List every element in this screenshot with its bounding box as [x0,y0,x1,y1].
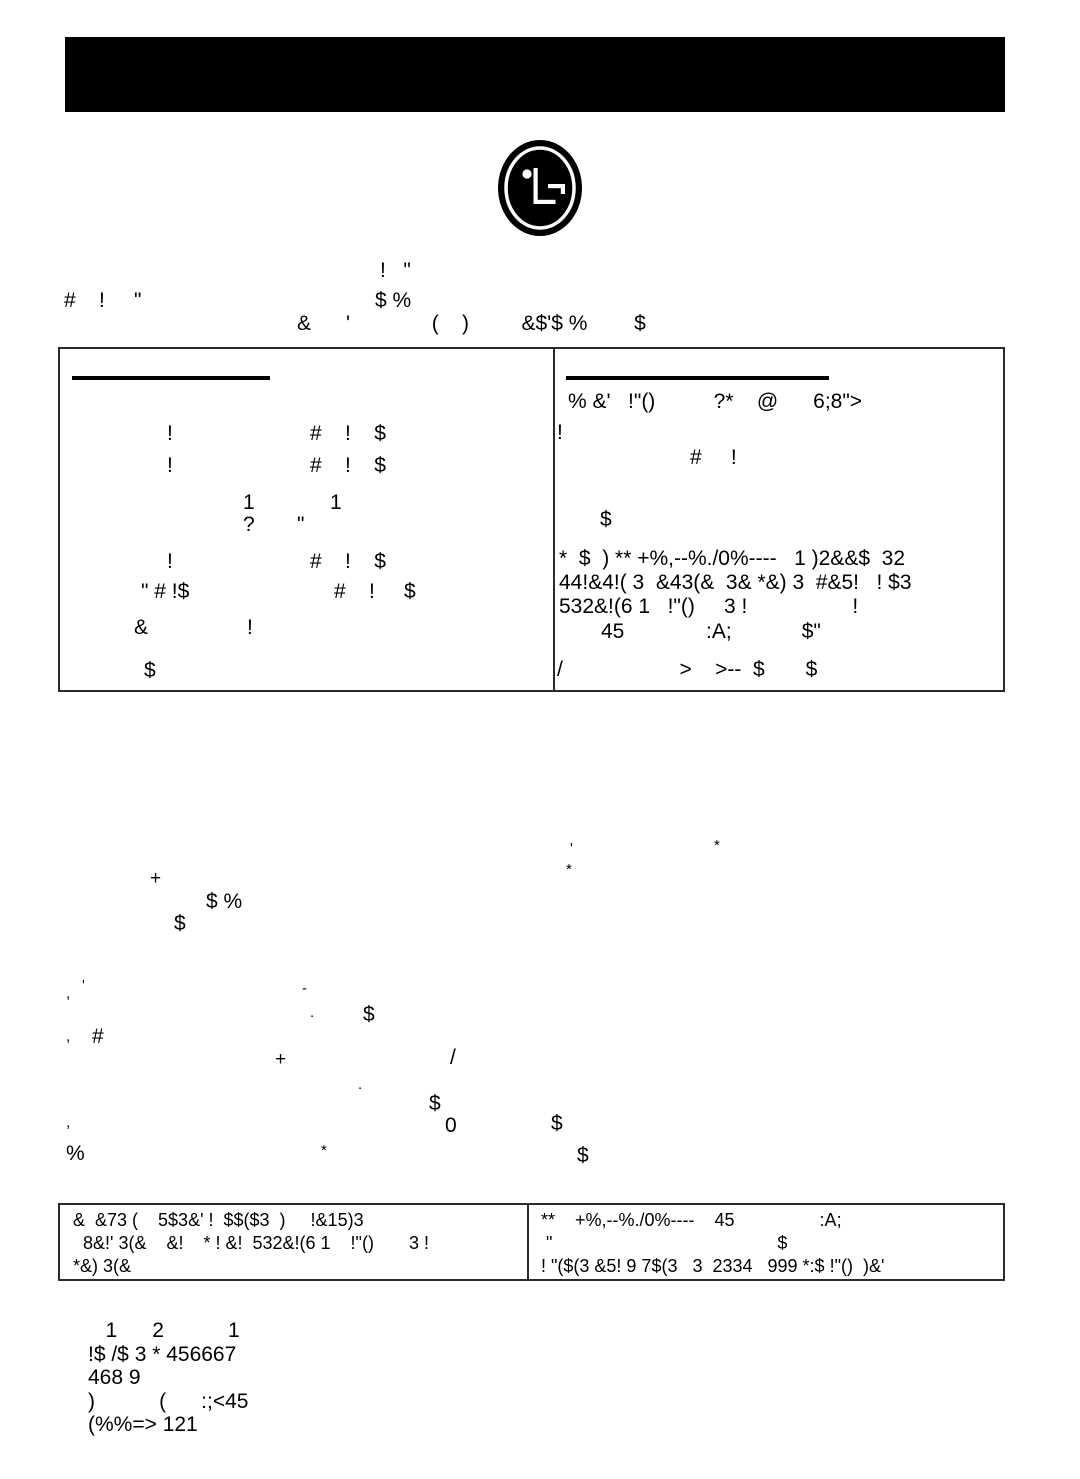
bottom-right-line-1: " $ [541,1233,788,1253]
top-right-box-rule [566,376,829,380]
top-box-divider [553,347,555,692]
body-glyph-10: $ [363,1003,375,1026]
body-glyph-17: , [66,1114,71,1131]
body-glyph-12: # [92,1025,104,1048]
heading-line-3: & ' ( ) &$'$ % $ [297,312,646,335]
footer-line-3: ) ( :;<45 [88,1390,249,1413]
body-glyph-19: $ [551,1112,563,1135]
body-glyph-22: $ [577,1144,589,1167]
body-glyph-14: / [450,1046,456,1069]
bottom-left-line-0: & &73 ( 5$3&' ! $$($3 ) !&15)3 [73,1210,364,1230]
body-glyph-0: ' [570,840,573,857]
body-glyph-9: . [310,1004,315,1021]
top-left-row-1-left: ! [167,454,173,477]
bottom-left-line-2: *&) 3(& [73,1256,132,1276]
body-glyph-11: , [66,1028,71,1045]
top-left-row-0-left: ! [167,422,173,445]
body-glyph-5: $ [174,912,186,935]
top-right-line-3: $ [600,508,612,531]
bottom-left-line-1: 8&!' 3(& &! * ! &! 532&!(6 1 !"() 3 ! [73,1233,429,1253]
heading-line-2-right: $ % [375,289,412,312]
body-glyph-16: $ [429,1092,441,1115]
top-left-row-2-left: 1 [243,491,255,514]
footer-line-0: 1 2 1 [88,1319,240,1342]
footer-line-4: (%%=> 121 [88,1413,198,1436]
top-right-line-2: # ! [690,446,737,469]
top-left-row-3-right: " [297,513,305,536]
body-glyph-20: % [66,1142,85,1165]
footer-line-1: !$ /$ 3 * 456667 [88,1343,237,1366]
top-right-line-0: % &' !"() ?* @ 6;8"> [568,390,863,413]
body-glyph-1: * [714,837,720,854]
body-glyph-8: - [302,980,307,997]
top-left-box-rule [72,376,270,380]
manual-page: ! " # ! " $ % & ' ( ) &$'$ % $ ! # ! $ !… [0,0,1080,1479]
top-left-row-5-left: " # !$ [141,580,190,603]
bottom-right-line-0: ** +%,--%./0%---- 45 :A; [541,1210,842,1230]
top-left-row-4-left: ! [167,550,173,573]
top-right-line-4: * $ ) ** +%,--%./0%---- 1 )2&&$ 32 [559,547,906,570]
body-glyph-6: ' [82,977,85,994]
footer-line-2: 468 9 [88,1366,141,1389]
top-left-row-3-left: ? [243,513,255,536]
top-left-row-5-right: # ! $ [334,580,416,603]
top-left-row-2-right: 1 [330,491,342,514]
top-left-row-6-right: ! [247,616,253,639]
bottom-right-line-2: ! "($(3 &5! 9 7$(3 3 2334 999 *:$ !"() )… [541,1256,885,1276]
bottom-box-divider [527,1203,529,1281]
body-glyph-3: + [150,868,162,889]
top-info-box [58,347,1005,692]
top-right-line-6: 532&!(6 1 !"() 3 ! ! [559,595,859,618]
top-right-line-1: ! [557,421,563,444]
top-right-line-8: / > >-- $ $ [557,658,818,681]
top-left-row-1-right: # ! $ [310,454,386,477]
top-black-banner [65,37,1005,112]
top-left-row-6-left: & [134,616,149,639]
body-glyph-4: $ % [206,890,243,913]
top-left-row-4-right: # ! $ [310,550,386,573]
body-glyph-21: * [321,1142,327,1159]
body-glyph-13: + [275,1049,287,1070]
top-right-line-7: 45 :A; $" [601,620,821,643]
top-left-row-0-right: # ! $ [310,422,386,445]
body-glyph-18: 0 [445,1114,457,1137]
top-left-row-7-left: $ [144,659,156,682]
body-glyph-2: * [566,861,572,878]
body-glyph-7: , [66,985,71,1002]
body-glyph-15: . [358,1076,363,1093]
heading-line-2-left: # ! " [64,289,142,312]
lg-logo-icon [490,138,590,238]
top-right-line-5: 44!&4!( 3 &43(& 3& *&) 3 #&5! ! $3 [559,571,912,594]
heading-line-1: ! " [380,259,411,282]
